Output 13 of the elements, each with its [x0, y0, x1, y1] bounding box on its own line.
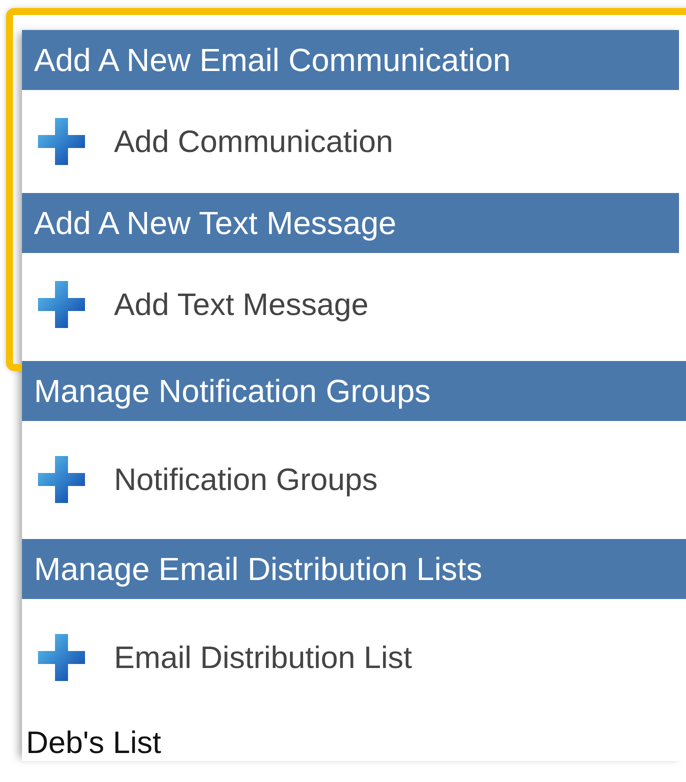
section-header: Manage Notification Groups: [22, 361, 686, 421]
section-header: Add A New Email Communication: [22, 30, 679, 90]
list-heading: Deb's List: [25, 724, 162, 761]
section-link[interactable]: Notification Groups: [114, 462, 378, 498]
section-link[interactable]: Add Communication: [114, 124, 394, 160]
section-link[interactable]: Add Text Message: [114, 286, 368, 322]
section-header: Manage Email Distribution Lists: [22, 539, 686, 599]
section-link[interactable]: Email Distribution List: [114, 640, 412, 676]
plus-icon: [36, 632, 88, 684]
plus-icon: [36, 278, 88, 330]
section-header: Add A New Text Message: [22, 193, 679, 253]
plus-icon: [36, 454, 88, 506]
plus-icon: [36, 116, 88, 168]
